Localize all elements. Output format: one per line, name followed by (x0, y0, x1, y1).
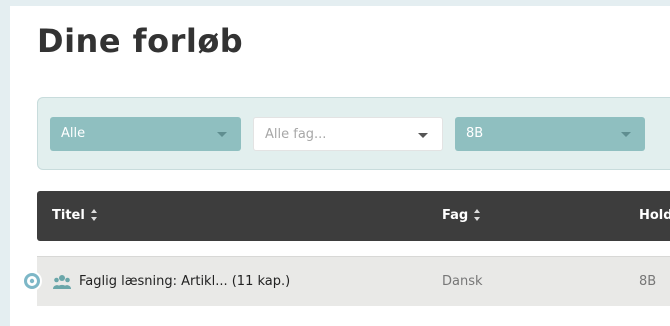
table-row[interactable]: Faglig læsning: Artikl... (11 kap.) Dans… (37, 256, 670, 306)
chevron-down-icon (217, 132, 227, 137)
column-header-class-label: Hold (639, 208, 670, 223)
class-select[interactable]: 8B (455, 117, 645, 151)
sort-icon[interactable] (474, 208, 481, 221)
chat-bubble-icon (27, 276, 37, 286)
chevron-down-icon (418, 133, 428, 138)
column-header-title-label: Titel (52, 208, 85, 223)
subject-select-placeholder: Alle fag... (265, 127, 327, 142)
scope-select[interactable]: Alle (50, 117, 241, 151)
scope-select-value: Alle (61, 126, 86, 141)
column-header-class[interactable]: Hold (639, 191, 670, 241)
row-class: 8B (639, 274, 657, 289)
row-title[interactable]: Faglig læsning: Artikl... (11 kap.) (79, 257, 290, 307)
table-header: Titel Fag Hold (37, 191, 670, 241)
badge-icon[interactable] (22, 271, 42, 291)
page-title: Dine forløb (37, 22, 244, 60)
chevron-down-icon (621, 132, 631, 137)
subject-select[interactable]: Alle fag... (253, 117, 443, 151)
column-header-subject[interactable]: Fag (442, 191, 481, 241)
row-subject: Dansk (442, 274, 483, 289)
class-select-value: 8B (466, 126, 484, 141)
column-header-title[interactable]: Titel (52, 191, 98, 241)
column-header-subject-label: Fag (442, 208, 469, 223)
group-icon (53, 275, 71, 289)
filter-bar: Alle Alle fag... 8B (37, 97, 670, 170)
sort-icon[interactable] (90, 208, 98, 221)
